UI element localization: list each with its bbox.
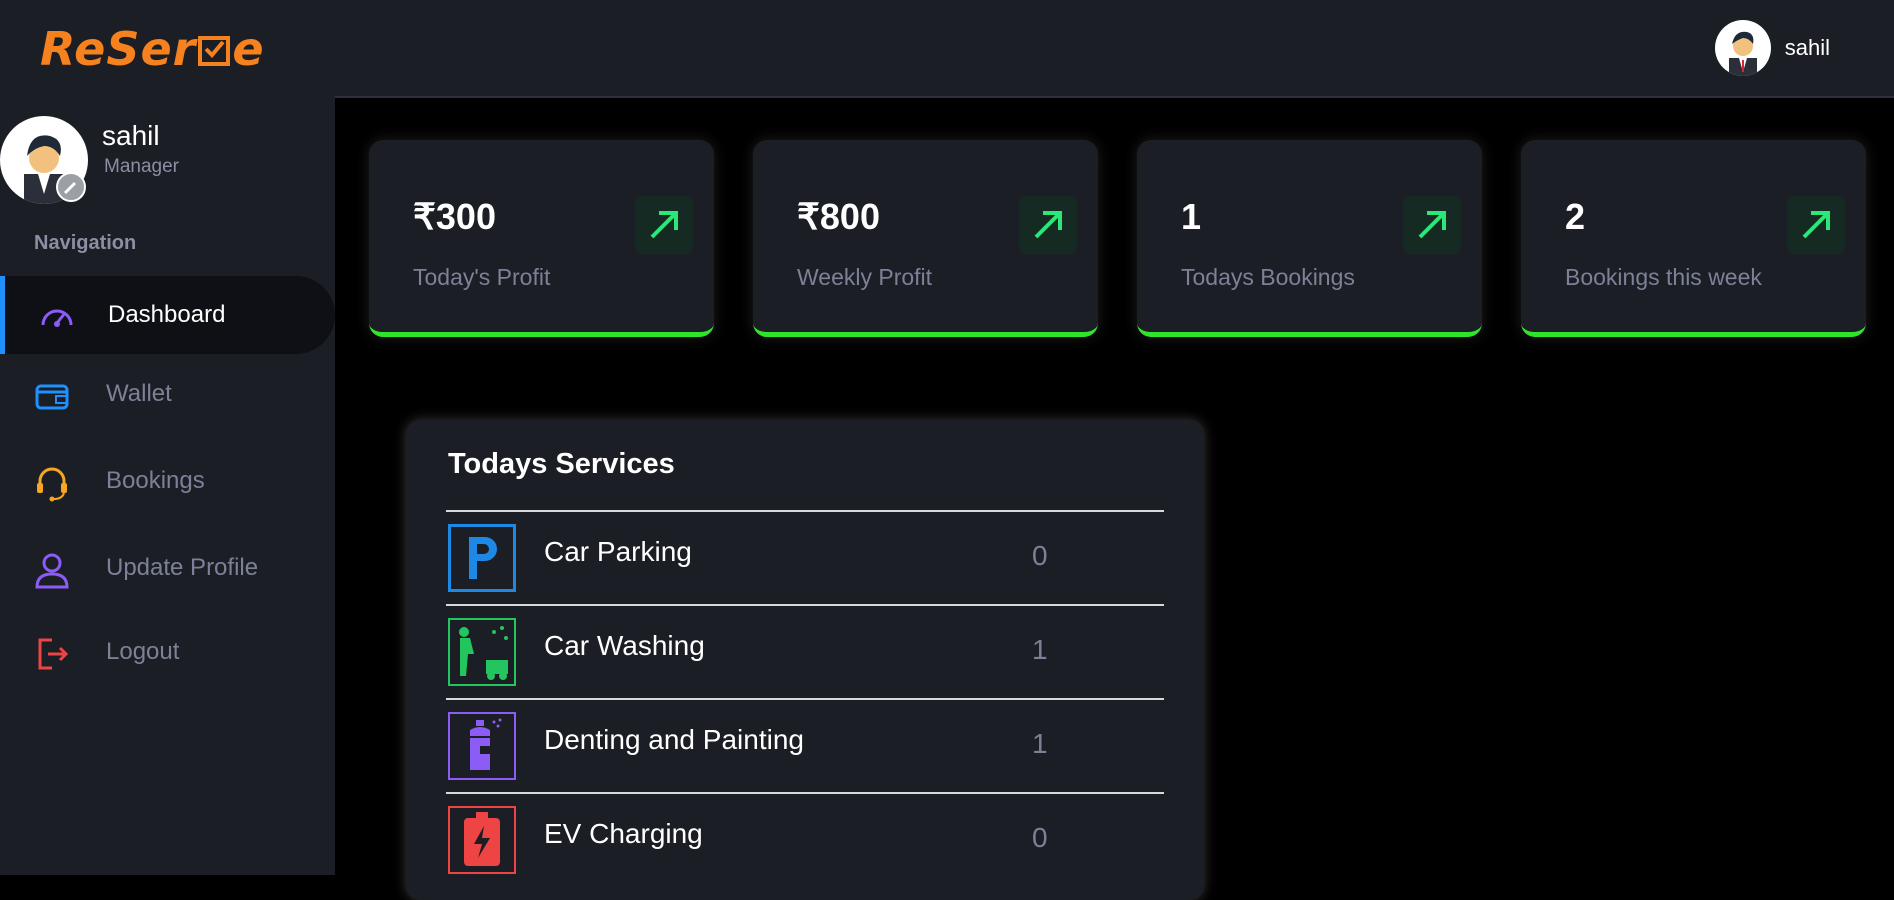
logout-icon <box>32 634 72 674</box>
sidebar-item-logout[interactable]: Logout <box>0 613 335 691</box>
sidebar: sahil Manager Navigation Dashboard Walle… <box>0 96 335 875</box>
stat-value: 2 <box>1565 196 1586 237</box>
sidebar-item-wallet[interactable]: Wallet <box>0 355 335 433</box>
service-row-denting-painting: Denting and Painting 1 <box>446 698 1164 792</box>
edit-avatar-icon[interactable] <box>56 172 86 202</box>
arrow-up-right-icon <box>1019 196 1077 254</box>
todays-services-panel: Todays Services Car Parking 0 Car Washin… <box>406 420 1204 900</box>
service-count: 1 <box>1032 634 1048 665</box>
sidebar-item-dashboard[interactable]: Dashboard <box>0 276 335 354</box>
stat-card-bookings-week: 2 Bookings this week <box>1521 140 1866 337</box>
nav-heading: Navigation <box>34 232 137 254</box>
spray-paint-icon <box>448 712 516 780</box>
stat-value: ₹800 <box>797 196 880 237</box>
user-menu[interactable]: sahil <box>1714 20 1830 76</box>
service-row-car-parking: Car Parking 0 <box>446 510 1164 604</box>
profile-block: sahil Manager <box>0 116 179 204</box>
top-bar: ReSer e sahil <box>0 0 1894 98</box>
sidebar-item-label: Bookings <box>106 467 205 494</box>
arrow-up-right-icon <box>1403 196 1461 254</box>
battery-charging-icon <box>448 806 516 874</box>
sidebar-item-update-profile[interactable]: Update Profile <box>0 529 335 607</box>
stat-label: Todays Bookings <box>1181 264 1355 290</box>
arrow-up-right-icon <box>1787 196 1845 254</box>
sidebar-item-label: Logout <box>106 638 180 665</box>
service-name: Denting and Painting <box>544 724 804 755</box>
check-icon <box>198 36 231 66</box>
service-count: 1 <box>1032 728 1048 759</box>
wallet-icon <box>32 376 72 416</box>
stat-card-today-profit: ₹300 Today's Profit <box>369 140 714 337</box>
service-count: 0 <box>1032 540 1048 571</box>
user-icon <box>32 550 72 590</box>
stat-label: Weekly Profit <box>797 264 933 290</box>
profile-role: Manager <box>104 156 179 177</box>
sidebar-item-label: Dashboard <box>108 301 226 328</box>
stat-label: Bookings this week <box>1565 264 1762 290</box>
stat-card-todays-bookings: 1 Todays Bookings <box>1137 140 1482 337</box>
avatar[interactable] <box>1714 20 1771 76</box>
service-name: Car Parking <box>544 536 692 567</box>
car-wash-icon <box>448 618 516 686</box>
service-name: Car Washing <box>544 630 705 661</box>
speedometer-icon <box>37 297 77 337</box>
logo[interactable]: ReSer e <box>40 22 265 76</box>
stat-card-weekly-profit: ₹800 Weekly Profit <box>753 140 1098 337</box>
service-row-car-washing: Car Washing 1 <box>446 604 1164 698</box>
panel-title: Todays Services <box>448 448 675 480</box>
service-count: 0 <box>1032 822 1048 853</box>
top-username: sahil <box>1784 35 1830 60</box>
stat-label: Today's Profit <box>413 264 551 290</box>
service-name: EV Charging <box>544 818 703 849</box>
stat-value: 1 <box>1181 196 1202 237</box>
stat-value: ₹300 <box>413 196 496 237</box>
parking-icon <box>448 524 516 592</box>
sidebar-item-label: Wallet <box>106 380 172 407</box>
sidebar-item-label: Update Profile <box>106 554 259 581</box>
sidebar-item-bookings[interactable]: Bookings <box>0 442 335 520</box>
profile-name: sahil <box>102 120 160 151</box>
service-row-ev-charging: EV Charging 0 <box>446 792 1164 886</box>
headset-icon <box>32 463 72 503</box>
arrow-up-right-icon <box>635 196 693 254</box>
